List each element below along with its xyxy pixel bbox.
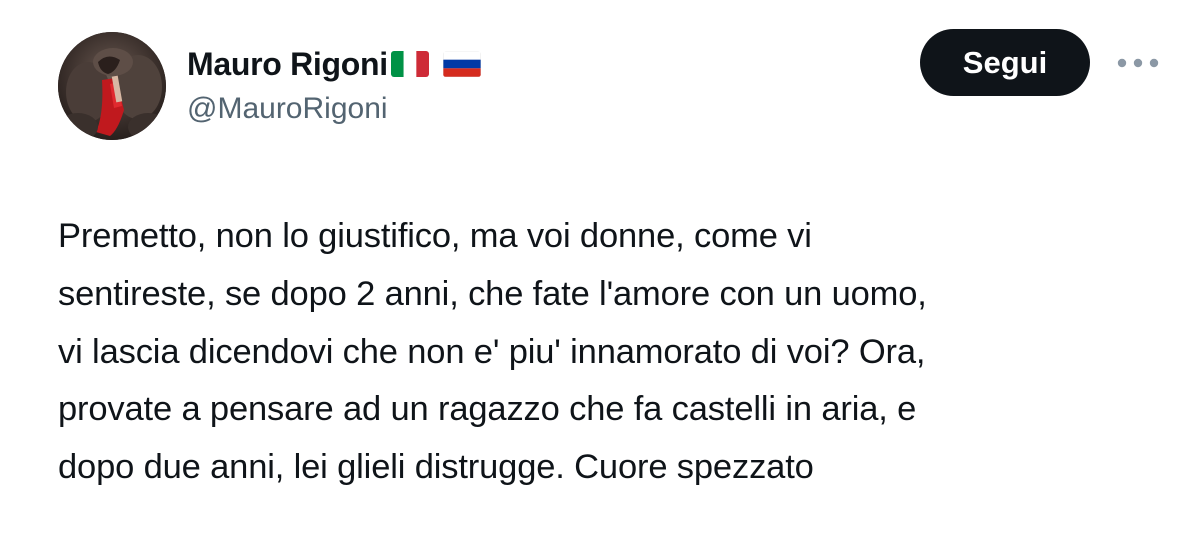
tweet-card: Mauro Rigoni @MauroRigoni Segui Premetto…	[0, 0, 1200, 535]
author-display-name[interactable]: Mauro Rigoni	[187, 46, 388, 83]
more-horizontal-icon	[1117, 58, 1159, 68]
author-handle[interactable]: @MauroRigoni	[187, 92, 388, 126]
tweet-text-line: Premetto, non lo giustifico, ma voi donn…	[58, 217, 812, 255]
tweet-text-line: sentireste, se dopo 2 anni, che fate l'a…	[58, 274, 927, 313]
follow-button[interactable]: Segui	[920, 29, 1090, 96]
italy-flag-icon	[390, 51, 429, 77]
tweet-text-line: provate a pensare ad un ragazzo che fa c…	[58, 390, 917, 429]
author-name-row[interactable]: Mauro Rigoni	[187, 44, 481, 84]
tweet-text-line: dopo due anni, lei glieli distrugge. Cuo…	[58, 448, 814, 487]
russia-flag-icon	[442, 51, 481, 77]
avatar[interactable]	[58, 32, 166, 140]
tweet-text-line: vi lascia dicendovi che non e' piu' inna…	[58, 332, 926, 371]
tweet-text: Premetto, non lo giustifico, ma voi donn…	[58, 208, 1168, 497]
avatar-image	[58, 32, 166, 140]
more-options-button[interactable]	[1112, 48, 1164, 78]
